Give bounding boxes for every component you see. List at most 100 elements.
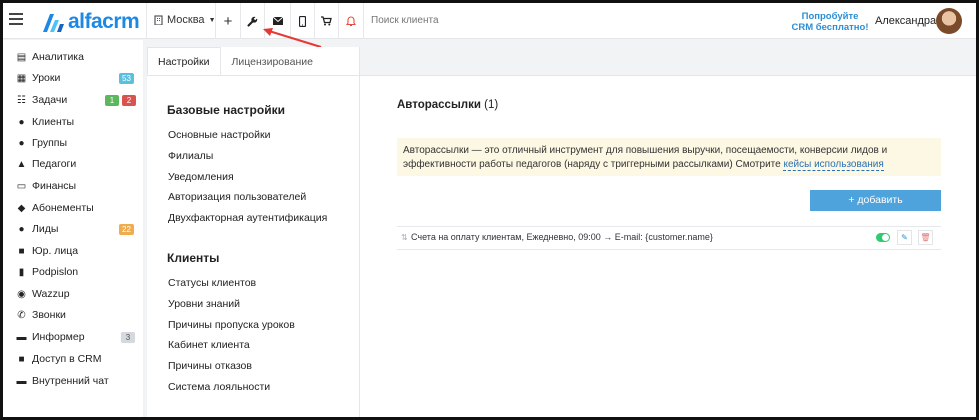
sidebar-item-label: Финансы	[32, 180, 77, 192]
user-icon: ●	[18, 116, 25, 128]
sidebar-item-finance[interactable]: ▭ Финансы	[3, 176, 143, 196]
sidebar-item-clients[interactable]: ● Клиенты	[3, 112, 143, 132]
settings-link-client-cabinet[interactable]: Кабинет клиента	[168, 339, 250, 351]
sidebar-item-label: Абонементы	[32, 202, 94, 214]
sidebar-item-analytics[interactable]: ▤ Аналитика	[3, 47, 143, 67]
tasks-icon: ☷	[17, 94, 26, 106]
sidebar-item-podpislon[interactable]: ▮ Podpislon	[3, 262, 143, 282]
mailing-enabled-toggle[interactable]	[876, 233, 890, 242]
promo-line1: Попробуйте	[801, 11, 859, 22]
use-cases-link[interactable]: кейсы использования	[783, 159, 884, 171]
settings-link-client-statuses[interactable]: Статусы клиентов	[168, 277, 256, 289]
promo-link[interactable]: Попробуйте CRM бесплатно!	[790, 11, 870, 33]
sidebar-item-label: Уроки	[32, 72, 61, 84]
sidebar-item-calls[interactable]: ✆ Звонки	[3, 305, 143, 325]
calendar-icon: ▦	[16, 72, 27, 84]
tabs: Настройки Лицензирование	[147, 47, 324, 75]
sidebar-item-wazzup[interactable]: ◉ Wazzup	[3, 284, 143, 304]
mailing-description: Счета на оплату клиентам, Ежедневно, 09:…	[411, 232, 713, 242]
building-icon	[154, 15, 163, 25]
sidebar-item-teachers[interactable]: ▲ Педагоги	[3, 154, 143, 174]
sidebar-item-label: Podpislon	[32, 266, 79, 278]
briefcase-icon: ■	[18, 245, 25, 257]
graduation-cap-icon: ▲	[16, 158, 27, 170]
sidebar-item-label: Wazzup	[32, 288, 70, 300]
document-icon: ▮	[18, 266, 25, 278]
settings-link-loyalty[interactable]: Система лояльности	[168, 381, 270, 393]
settings-group-title-basic: Базовые настройки	[167, 103, 285, 117]
top-bar: alfacrm Москва ▼ + Поиск клиента Попробу…	[3, 3, 976, 39]
lock-icon: ■	[18, 353, 25, 365]
sidebar-item-legal-entities[interactable]: ■ Юр. лица	[3, 241, 143, 261]
app-window: alfacrm Москва ▼ + Поиск клиента Попробу…	[0, 0, 979, 420]
plus-icon[interactable]: +	[216, 3, 240, 39]
chart-icon: ▤	[16, 51, 27, 63]
page-title-text: Авторассылки	[397, 99, 481, 111]
settings-group-title-clients: Клиенты	[167, 251, 220, 265]
row-divider	[397, 249, 941, 250]
settings-link-user-auth[interactable]: Авторизация пользователей	[168, 191, 306, 203]
sidebar-item-subscriptions[interactable]: ◆ Абонементы	[3, 198, 143, 218]
sidebar-item-label: Лиды	[32, 223, 59, 235]
chat-icon: ▬	[16, 375, 27, 387]
settings-link-refusal-reasons[interactable]: Причины отказов	[168, 360, 252, 372]
bell-icon[interactable]	[339, 3, 363, 39]
promo-line2: CRM бесплатно!	[791, 22, 869, 33]
sidebar-item-lessons[interactable]: ▦ Уроки 53	[3, 68, 143, 88]
settings-link-absence-reasons[interactable]: Причины пропуска уроков	[168, 319, 295, 331]
sidebar-item-leads[interactable]: ● Лиды 22	[3, 219, 143, 239]
tasks-badge-green: 1	[105, 94, 119, 106]
money-icon: ▭	[16, 180, 27, 192]
whatsapp-icon: ◉	[17, 288, 26, 300]
settings-link-notifications[interactable]: Уведомления	[168, 171, 234, 183]
table-row: ⇅ Счета на оплату клиентам, Ежедневно, 0…	[397, 227, 941, 249]
sidebar-item-label: Доступ в CRM	[32, 353, 102, 365]
sidebar-item-label: Информер	[32, 331, 85, 343]
logo-mark-icon	[43, 14, 64, 32]
sidebar-item-label: Внутренний чат	[32, 375, 109, 387]
group-icon: ●	[18, 137, 25, 149]
edit-icon[interactable]: ✎	[897, 230, 912, 245]
sidebar-item-internal-chat[interactable]: ▬ Внутренний чат	[3, 371, 143, 391]
drag-handle-icon[interactable]: ⇅	[401, 233, 408, 242]
sidebar-item-label: Звонки	[32, 309, 66, 321]
settings-link-2fa[interactable]: Двухфакторная аутентификация	[168, 212, 327, 224]
add-button[interactable]: + добавить	[810, 190, 941, 211]
separator	[146, 3, 147, 39]
tasks-badge-red: 2	[122, 94, 136, 106]
sidebar-item-informer[interactable]: ▬ Информер 3	[3, 327, 143, 347]
menu-icon[interactable]	[9, 13, 23, 25]
informer-icon: ▬	[16, 331, 27, 343]
tab-settings[interactable]: Настройки	[147, 47, 221, 75]
sidebar-item-crm-access[interactable]: ■ Доступ в CRM	[3, 349, 143, 369]
leads-icon: ●	[18, 223, 25, 235]
sidebar-item-label: Группы	[32, 137, 67, 149]
settings-link-knowledge-levels[interactable]: Уровни знаний	[168, 298, 240, 310]
sidebar-item-label: Задачи	[32, 94, 68, 106]
sidebar-item-label: Клиенты	[32, 116, 75, 128]
leads-badge: 22	[119, 223, 134, 235]
page-title-count: (1)	[484, 99, 499, 111]
sidebar: ▤ Аналитика ▦ Уроки 53 ☷ Задачи 1 2 ● Кл…	[3, 40, 143, 417]
sidebar-item-tasks[interactable]: ☷ Задачи 1 2	[3, 90, 143, 110]
tab-licensing[interactable]: Лицензирование	[221, 47, 324, 75]
sidebar-item-label: Аналитика	[32, 51, 84, 63]
avatar[interactable]	[936, 8, 962, 34]
settings-link-main[interactable]: Основные настройки	[168, 129, 270, 141]
informer-badge: 3	[121, 331, 135, 343]
tag-icon: ◆	[17, 202, 26, 214]
phone-icon: ✆	[17, 309, 26, 321]
logo[interactable]: alfacrm	[43, 9, 140, 35]
city-label: Москва	[167, 14, 205, 26]
separator	[363, 3, 364, 39]
delete-icon[interactable]: 🗑	[918, 230, 933, 245]
lessons-badge: 53	[119, 72, 134, 84]
settings-link-branches[interactable]: Филиалы	[168, 150, 213, 162]
info-alert: Авторассылки — это отличный инструмент д…	[397, 138, 941, 176]
search-input[interactable]	[371, 15, 571, 26]
logo-text: alfacrm	[68, 10, 140, 33]
sidebar-item-label: Юр. лица	[32, 245, 79, 257]
city-selector[interactable]: Москва ▼	[154, 14, 216, 26]
sidebar-item-groups[interactable]: ● Группы	[3, 133, 143, 153]
user-name[interactable]: Александра	[875, 15, 936, 27]
